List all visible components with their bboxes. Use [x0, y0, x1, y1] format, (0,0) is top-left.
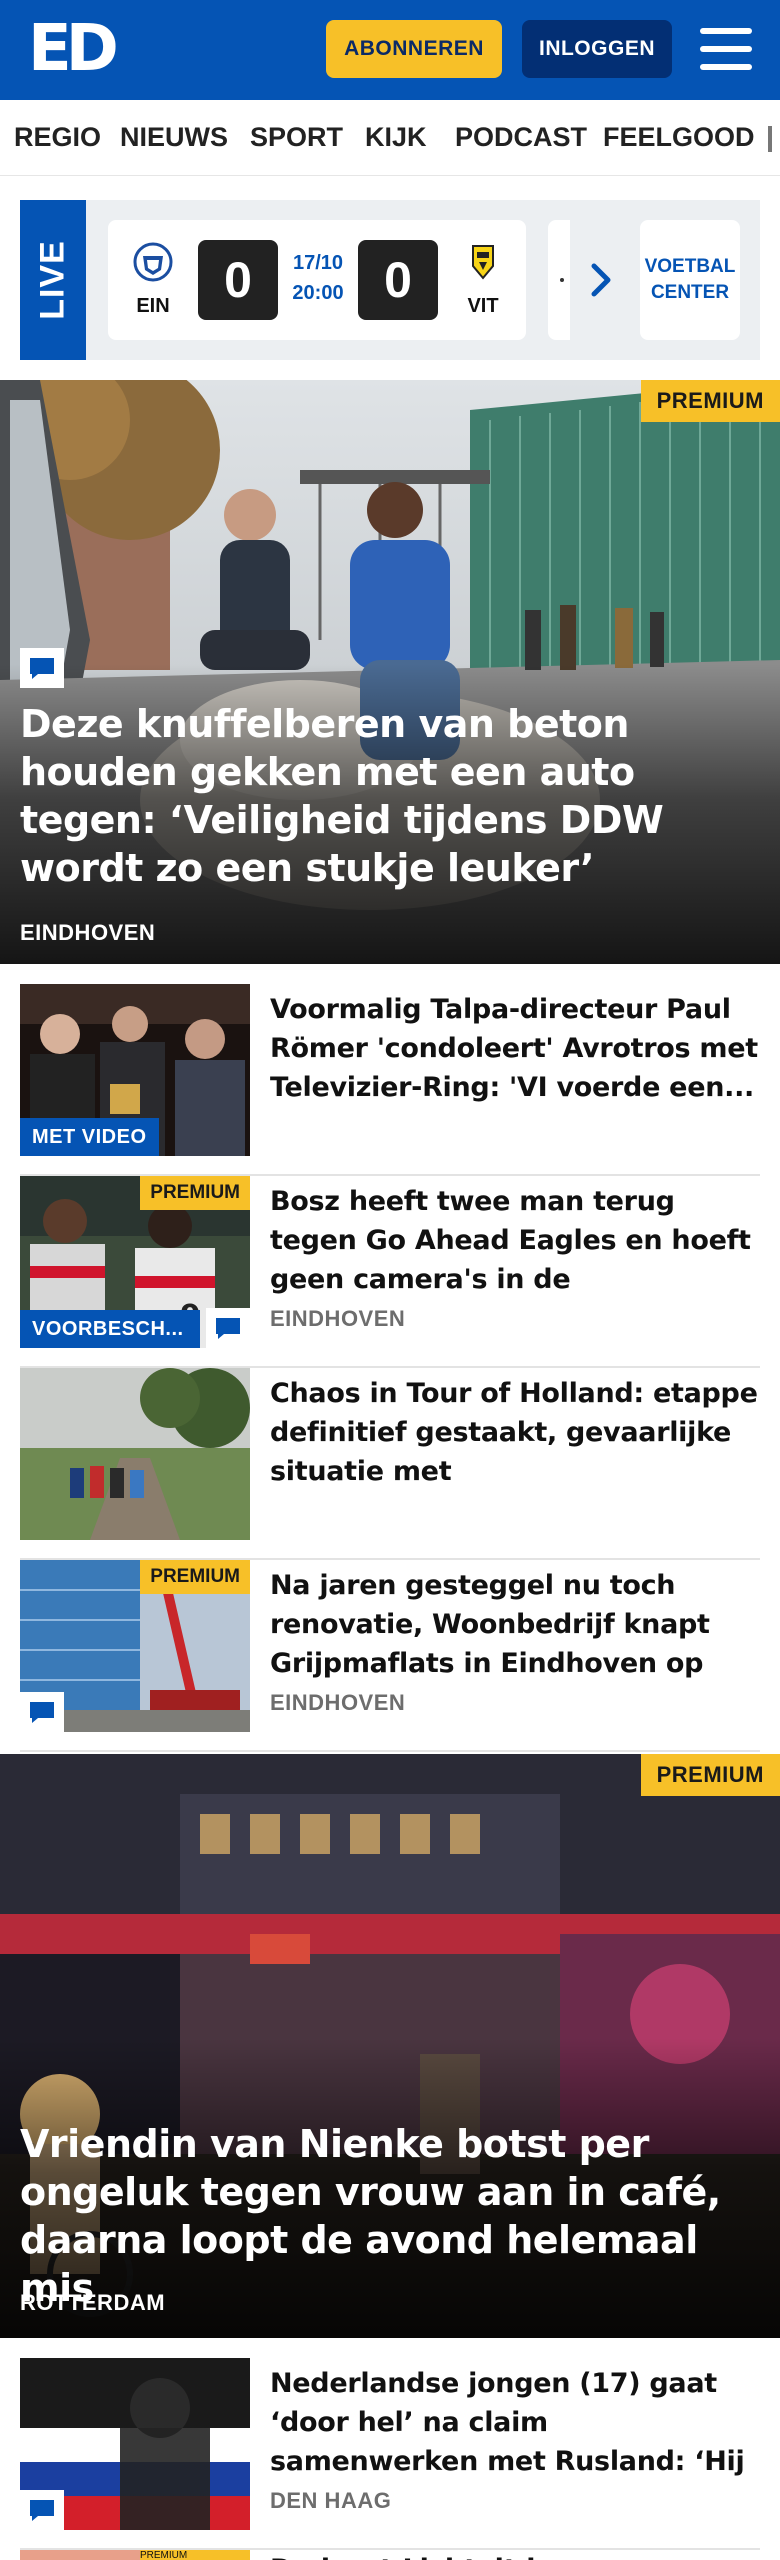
category-nav: REGIO NIEUWS SPORT KIJK PODCAST FEELGOOD [0, 100, 780, 176]
article-title[interactable]: Nederlandse jongen (17) gaat ‘door hel’ … [270, 2364, 758, 2481]
article-title[interactable]: Voormalig Talpa-directeur Paul Römer 'co… [270, 990, 758, 1107]
article-location: EINDHOVEN [270, 1690, 406, 1715]
comment-icon [20, 648, 64, 688]
away-score: 0 [358, 240, 438, 320]
live-tab[interactable]: LIVE [20, 200, 86, 360]
nav-item-feelgood[interactable]: FEELGOOD [603, 122, 755, 153]
hero-location-1: EINDHOVEN [20, 920, 156, 945]
login-button[interactable]: INLOGGEN [522, 20, 672, 78]
home-team-abbr: EIN [136, 295, 170, 317]
match-datetime: 17/10 20:00 [288, 248, 348, 308]
voetbal-center-button[interactable]: VOETBAL CENTER [640, 220, 740, 340]
subscribe-button[interactable]: ABONNEREN [326, 20, 502, 78]
nav-item-nieuws[interactable]: NIEUWS [120, 122, 228, 153]
match-card[interactable]: EIN 0 17/10 20:00 0 VIT [108, 220, 526, 340]
article-item-partial[interactable]: PREMIUM Dedroat Lichtvit he... [20, 2550, 760, 2560]
article-thumbnail: MET VIDEO [20, 984, 250, 1156]
premium-badge: PREMIUM [640, 1754, 780, 1796]
article-location: EINDHOVEN [270, 1306, 406, 1331]
psv-crest-icon [133, 242, 173, 282]
nav-item-kijk[interactable]: KIJK [365, 122, 427, 153]
away-team-abbr: VIT [467, 295, 499, 317]
comment-icon [20, 2490, 64, 2530]
home-score: 0 [198, 240, 278, 320]
hero-article-1[interactable]: PREMIUM Deze knuffelberen van beton houd… [0, 380, 780, 964]
voetbal-center-line2: CENTER [650, 282, 730, 303]
hero-title-2[interactable]: Vriendin van Nienke botst per ongeluk te… [20, 2120, 760, 2312]
site-logo[interactable]: ED [28, 17, 119, 81]
article-photo [20, 1368, 250, 1540]
nav-item-podcast[interactable]: PODCAST [455, 122, 587, 153]
article-item[interactable]: 9 PREMIUM VOORBESCH... Bosz heeft twee m… [20, 1176, 760, 1368]
live-label: LIVE [33, 240, 72, 320]
premium-badge: PREMIUM [140, 1560, 250, 1594]
article-title[interactable]: Chaos in Tour of Holland: etappe definit… [270, 1374, 758, 1491]
live-scores-widget: LIVE EIN 0 17/10 20:00 0 VIT VOETBAL CEN… [20, 200, 760, 360]
article-thumbnail: PREMIUM [20, 1560, 250, 1732]
article-thumbnail: 9 PREMIUM VOORBESCH... [20, 1176, 250, 1348]
article-title[interactable]: Dedroat Lichtvit he... [270, 2550, 758, 2560]
home-team: EIN [128, 242, 178, 318]
premium-badge: PREMIUM [640, 380, 780, 422]
hero-article-2[interactable]: PREMIUM Vriendin van Nienke botst per on… [0, 1754, 780, 2338]
article-item[interactable]: Nederlandse jongen (17) gaat ‘door hel’ … [20, 2358, 760, 2550]
nav-item-sport[interactable]: SPORT [250, 122, 343, 153]
article-item[interactable]: MET VIDEO Voormalig Talpa-directeur Paul… [20, 984, 760, 1176]
next-match-card[interactable] [548, 220, 570, 340]
nav-overflow-indicator [768, 126, 772, 152]
hero-title-1[interactable]: Deze knuffelberen van beton houden gekke… [20, 700, 760, 892]
voetbal-center-line1: VOETBAL [644, 256, 736, 277]
article-item[interactable]: Chaos in Tour of Holland: etappe definit… [20, 1368, 760, 1560]
hamburger-menu-icon[interactable] [700, 26, 752, 72]
article-thumbnail [20, 1368, 250, 1540]
chevron-right-icon[interactable] [586, 262, 616, 298]
article-thumbnail [20, 2358, 250, 2530]
comment-icon [20, 1692, 64, 1732]
site-header: ED ABONNEREN INLOGGEN [0, 0, 780, 100]
away-team: VIT [458, 242, 508, 318]
premium-badge: PREMIUM [140, 2550, 250, 2560]
comment-icon [206, 1308, 250, 1348]
article-title[interactable]: Na jaren gesteggel nu toch renovatie, Wo… [270, 1566, 758, 1683]
vitesse-crest-icon [472, 245, 494, 280]
article-title[interactable]: Bosz heeft twee man terug tegen Go Ahead… [270, 1182, 758, 1299]
article-item[interactable]: PREMIUM Na jaren gesteggel nu toch renov… [20, 1560, 760, 1752]
hero-location-2: ROTTERDAM [20, 2290, 166, 2315]
video-label: MET VIDEO [20, 1118, 159, 1156]
preview-label: VOORBESCH... [20, 1310, 200, 1348]
match-date: 17/10 [292, 252, 344, 274]
match-time: 20:00 [292, 282, 344, 304]
article-location: DEN HAAG [270, 2488, 392, 2513]
premium-badge: PREMIUM [140, 1176, 250, 1210]
nav-item-regio[interactable]: REGIO [14, 122, 101, 153]
